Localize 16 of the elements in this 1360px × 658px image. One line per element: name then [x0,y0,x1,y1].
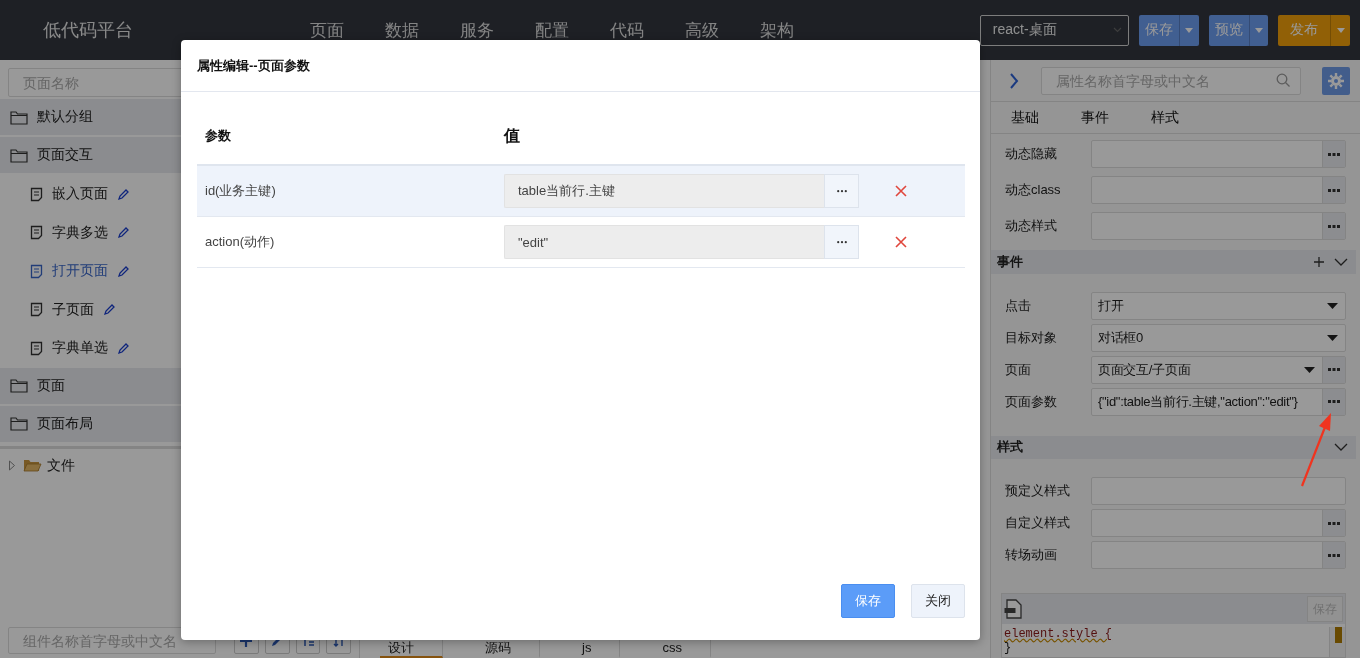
code-line: element.style { [1004,627,1113,641]
field-label: 动态样式 [1005,217,1058,235]
param-name: action(动作) [204,233,276,251]
field-label: 目标对象 [1005,328,1058,347]
field-label: 自定义样式 [1005,514,1071,532]
field-label: 转场动画 [1005,546,1058,564]
field-label: 预定义样式 [1005,482,1071,500]
field-label: 页面 [1005,360,1032,379]
field-label: 页面参数 [1005,392,1058,411]
app-title: 低代码平台 [43,19,134,42]
param-name: id(业务主键) [204,182,277,200]
field-label: 动态隐藏 [1005,145,1058,163]
field-label: 动态class [1005,181,1062,199]
code-line: } [1004,641,1013,655]
field-label: 点击 [1005,296,1032,315]
column-header: 值 [504,125,521,146]
